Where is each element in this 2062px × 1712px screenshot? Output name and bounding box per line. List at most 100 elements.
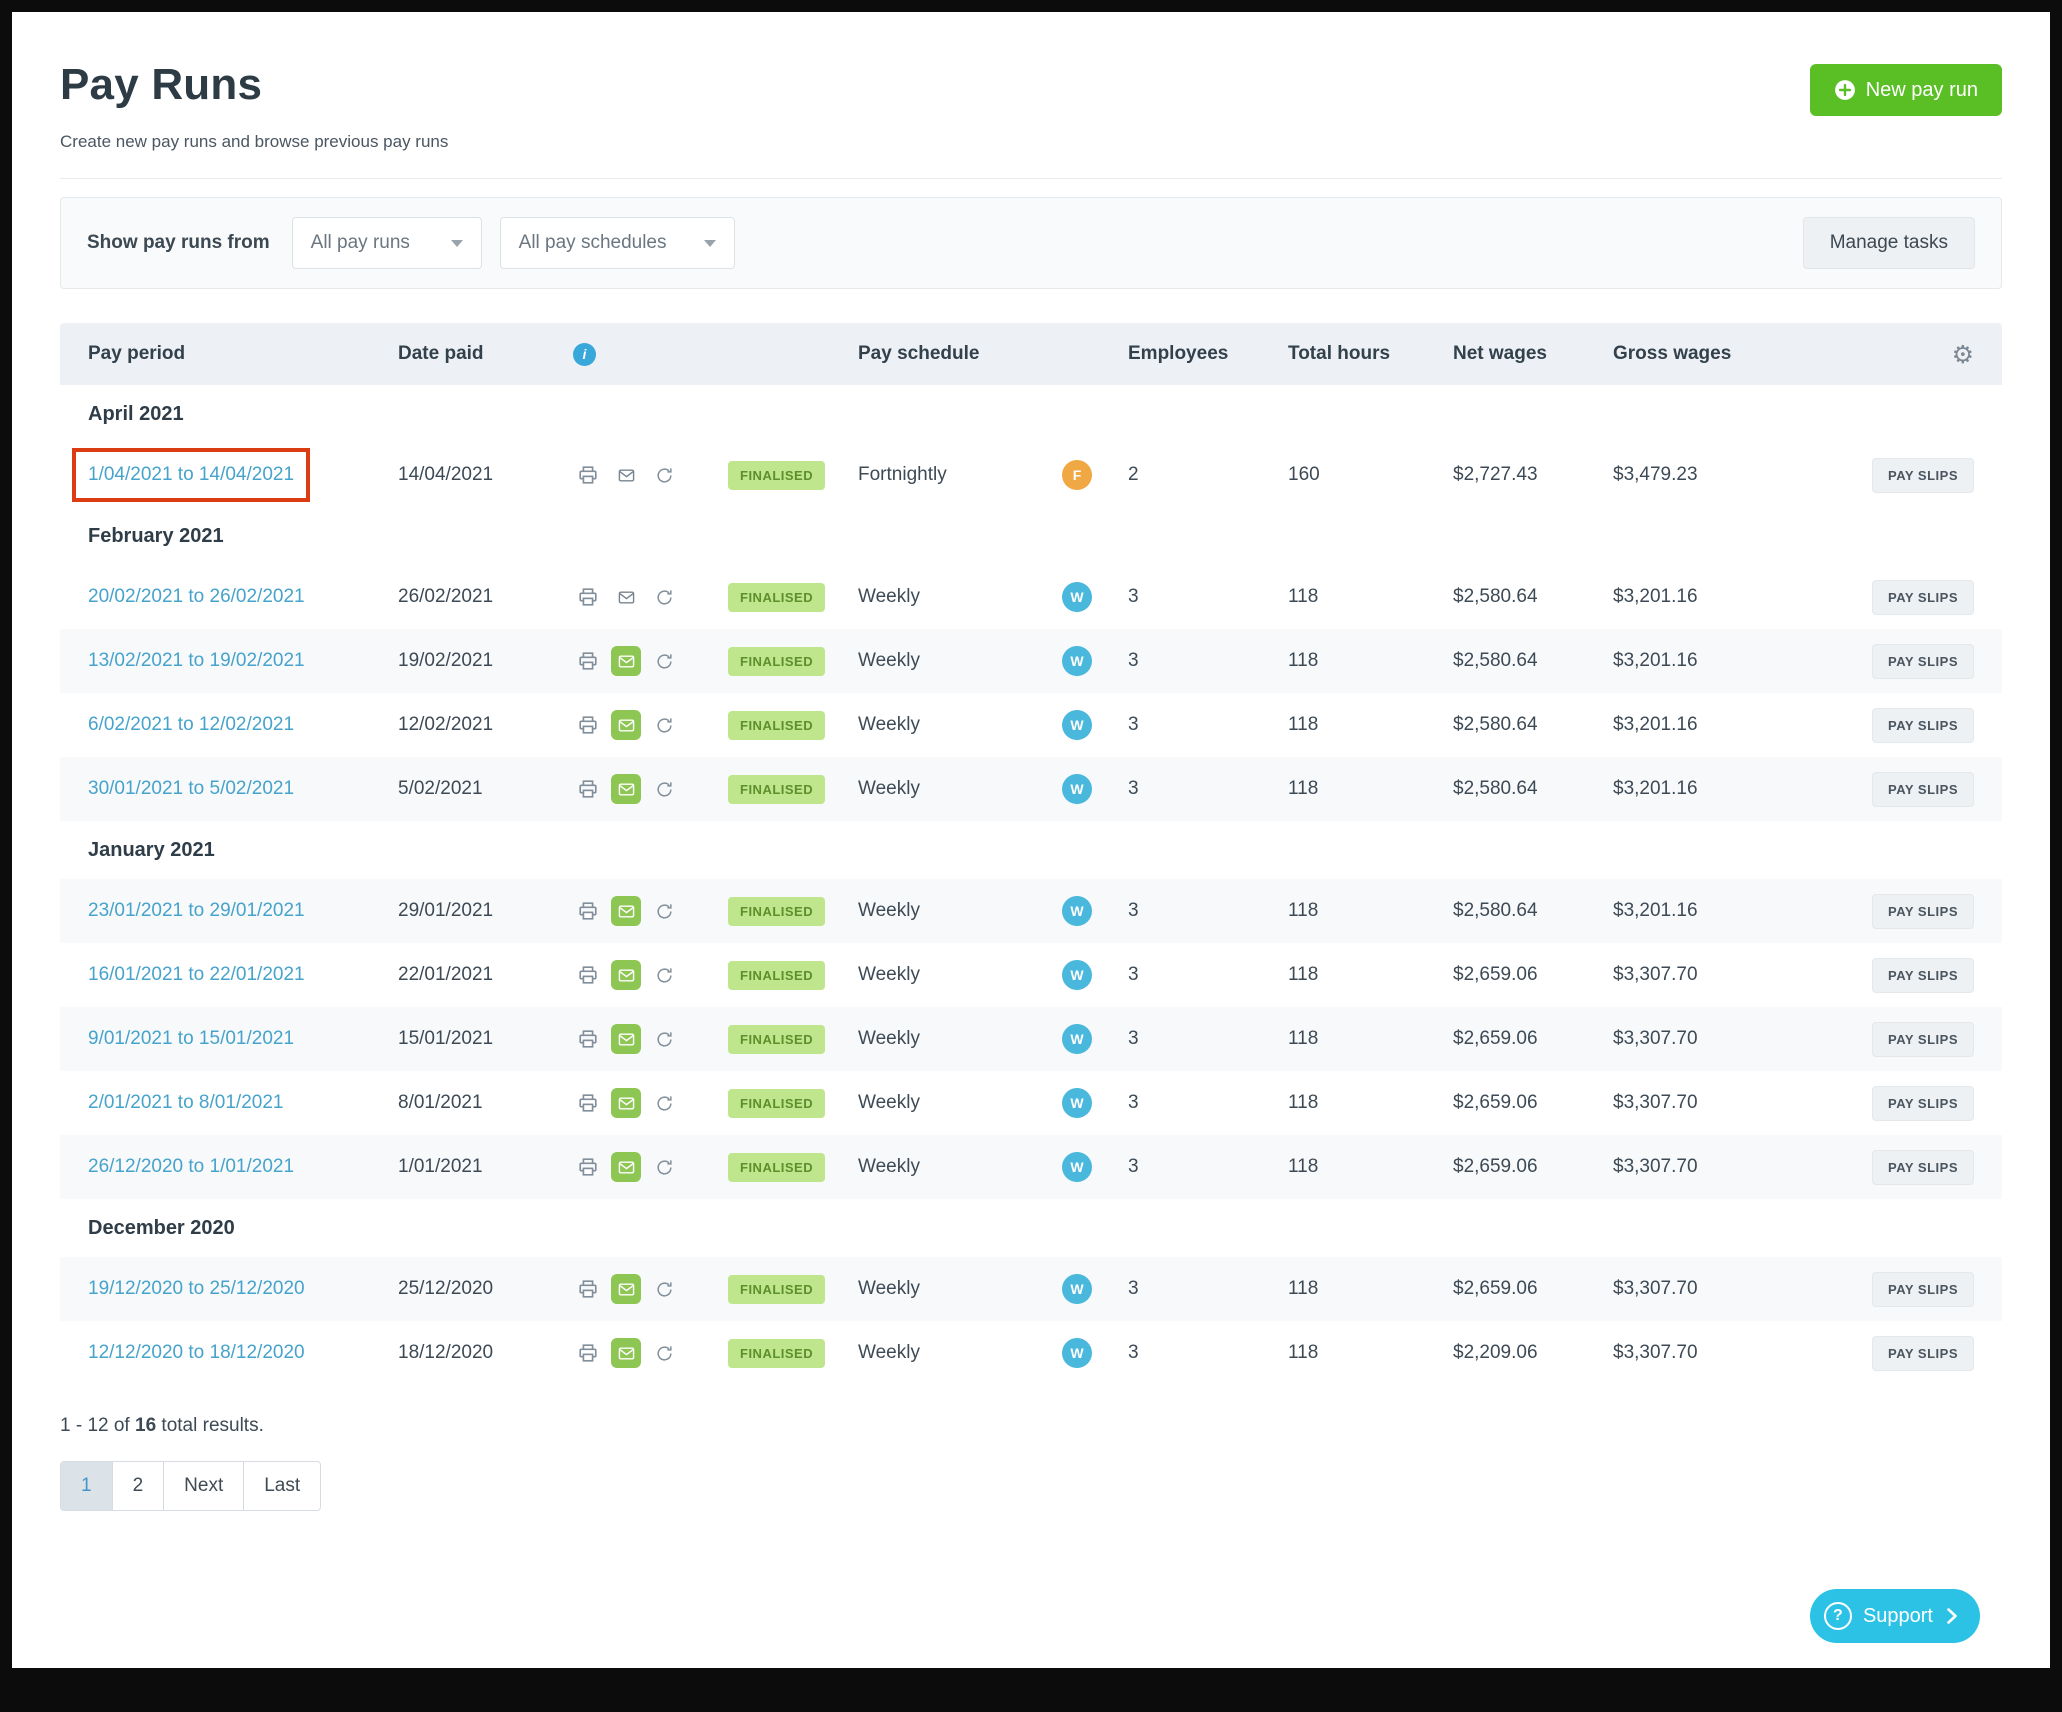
pay-slips-button[interactable]: PAY SLIPS xyxy=(1872,458,1974,493)
employees-cell: 3 xyxy=(1128,714,1288,736)
envelope-icon[interactable] xyxy=(611,1088,641,1118)
pay-slips-cell: PAY SLIPS xyxy=(1803,894,1974,929)
pay-runs-filter-dropdown[interactable]: All pay runs xyxy=(292,217,482,269)
gross-wages-cell: $3,307.70 xyxy=(1613,1156,1803,1178)
manage-tasks-button[interactable]: Manage tasks xyxy=(1803,217,1975,269)
pay-slips-button[interactable]: PAY SLIPS xyxy=(1872,1336,1974,1371)
envelope-icon[interactable] xyxy=(611,774,641,804)
refresh-icon[interactable] xyxy=(649,710,679,740)
refresh-icon[interactable] xyxy=(649,1274,679,1304)
envelope-icon[interactable] xyxy=(611,710,641,740)
refresh-icon[interactable] xyxy=(649,774,679,804)
pay-schedule-name: Weekly xyxy=(858,650,920,672)
envelope-icon[interactable] xyxy=(611,1274,641,1304)
pay-schedule-cell: WeeklyW xyxy=(858,710,1128,740)
date-paid-cell: 15/01/2021 xyxy=(398,1028,573,1050)
pay-slips-button[interactable]: PAY SLIPS xyxy=(1872,1086,1974,1121)
support-button[interactable]: ? Support xyxy=(1810,1589,1980,1643)
pay-slips-button[interactable]: PAY SLIPS xyxy=(1872,958,1974,993)
pay-schedule-cell: FortnightlyF xyxy=(858,460,1128,490)
date-paid-cell: 22/01/2021 xyxy=(398,964,573,986)
printer-icon[interactable] xyxy=(573,1274,603,1304)
refresh-icon[interactable] xyxy=(649,582,679,612)
pay-slips-button[interactable]: PAY SLIPS xyxy=(1872,772,1974,807)
total-hours-cell: 160 xyxy=(1288,464,1453,486)
envelope-icon[interactable] xyxy=(611,960,641,990)
refresh-icon[interactable] xyxy=(649,1024,679,1054)
pay-period-link[interactable]: 16/01/2021 to 22/01/2021 xyxy=(88,964,305,986)
envelope-icon[interactable] xyxy=(611,1152,641,1182)
pay-period-link[interactable]: 30/01/2021 to 5/02/2021 xyxy=(88,778,294,800)
pay-slips-button[interactable]: PAY SLIPS xyxy=(1872,1022,1974,1057)
refresh-icon[interactable] xyxy=(649,1152,679,1182)
pay-run-row: 16/01/2021 to 22/01/202122/01/2021FINALI… xyxy=(60,943,2002,1007)
pay-period-link[interactable]: 6/02/2021 to 12/02/2021 xyxy=(88,714,294,736)
row-icons-cell xyxy=(573,774,728,804)
status-badge: FINALISED xyxy=(728,583,825,612)
printer-icon[interactable] xyxy=(573,1152,603,1182)
printer-icon[interactable] xyxy=(573,960,603,990)
question-icon: ? xyxy=(1824,1602,1852,1630)
pay-slips-cell: PAY SLIPS xyxy=(1803,772,1974,807)
pay-schedule-name: Weekly xyxy=(858,714,920,736)
employees-cell: 3 xyxy=(1128,1342,1288,1364)
printer-icon[interactable] xyxy=(573,710,603,740)
envelope-icon[interactable] xyxy=(611,582,641,612)
printer-icon[interactable] xyxy=(573,1338,603,1368)
envelope-icon[interactable] xyxy=(611,1024,641,1054)
chevron-down-icon xyxy=(704,240,716,247)
refresh-icon[interactable] xyxy=(649,960,679,990)
date-paid-cell: 5/02/2021 xyxy=(398,778,573,800)
pagination-item-1[interactable]: 1 xyxy=(61,1462,112,1510)
gross-wages-cell: $3,201.16 xyxy=(1613,650,1803,672)
pay-run-row: 20/02/2021 to 26/02/202126/02/2021FINALI… xyxy=(60,565,2002,629)
printer-icon[interactable] xyxy=(573,582,603,612)
pay-slips-button[interactable]: PAY SLIPS xyxy=(1872,708,1974,743)
refresh-icon[interactable] xyxy=(649,460,679,490)
pay-period-link[interactable]: 9/01/2021 to 15/01/2021 xyxy=(88,1028,294,1050)
pagination-item-last[interactable]: Last xyxy=(243,1462,320,1510)
printer-icon[interactable] xyxy=(573,896,603,926)
printer-icon[interactable] xyxy=(573,1024,603,1054)
envelope-icon[interactable] xyxy=(611,460,641,490)
refresh-icon[interactable] xyxy=(649,1338,679,1368)
printer-icon[interactable] xyxy=(573,460,603,490)
pay-period-link[interactable]: 12/12/2020 to 18/12/2020 xyxy=(88,1342,305,1364)
envelope-icon[interactable] xyxy=(611,1338,641,1368)
total-hours-cell: 118 xyxy=(1288,1342,1453,1364)
pay-slips-button[interactable]: PAY SLIPS xyxy=(1872,644,1974,679)
total-hours-cell: 118 xyxy=(1288,778,1453,800)
new-pay-run-button[interactable]: New pay run xyxy=(1810,64,2002,116)
pay-schedules-filter-dropdown[interactable]: All pay schedules xyxy=(500,217,735,269)
pagination-item-next[interactable]: Next xyxy=(163,1462,243,1510)
envelope-icon[interactable] xyxy=(611,896,641,926)
status-cell: FINALISED xyxy=(728,897,858,926)
pagination: 12NextLast xyxy=(60,1461,321,1511)
pay-slips-button[interactable]: PAY SLIPS xyxy=(1872,1150,1974,1185)
envelope-icon[interactable] xyxy=(611,646,641,676)
pay-period-link[interactable]: 13/02/2021 to 19/02/2021 xyxy=(88,650,305,672)
date-paid-cell: 8/01/2021 xyxy=(398,1092,573,1114)
month-group-header: December 2020 xyxy=(60,1199,2002,1257)
printer-icon[interactable] xyxy=(573,1088,603,1118)
printer-icon[interactable] xyxy=(573,774,603,804)
pay-period-link[interactable]: 23/01/2021 to 29/01/2021 xyxy=(88,900,305,922)
pay-period-cell: 12/12/2020 to 18/12/2020 xyxy=(88,1342,398,1364)
pay-period-link[interactable]: 1/04/2021 to 14/04/2021 xyxy=(88,464,294,486)
pay-period-link[interactable]: 20/02/2021 to 26/02/2021 xyxy=(88,586,305,608)
gross-wages-cell: $3,201.16 xyxy=(1613,900,1803,922)
refresh-icon[interactable] xyxy=(649,896,679,926)
pagination-item-2[interactable]: 2 xyxy=(112,1462,164,1510)
printer-icon[interactable] xyxy=(573,646,603,676)
pay-slips-button[interactable]: PAY SLIPS xyxy=(1872,894,1974,929)
pay-runs-filter-value: All pay runs xyxy=(311,232,410,254)
gear-icon[interactable]: ⚙ xyxy=(1952,342,1974,367)
pay-slips-button[interactable]: PAY SLIPS xyxy=(1872,1272,1974,1307)
refresh-icon[interactable] xyxy=(649,1088,679,1118)
pay-period-link[interactable]: 19/12/2020 to 25/12/2020 xyxy=(88,1278,305,1300)
pay-period-link[interactable]: 2/01/2021 to 8/01/2021 xyxy=(88,1092,283,1114)
info-icon[interactable]: i xyxy=(573,343,596,366)
pay-slips-button[interactable]: PAY SLIPS xyxy=(1872,580,1974,615)
refresh-icon[interactable] xyxy=(649,646,679,676)
pay-period-link[interactable]: 26/12/2020 to 1/01/2021 xyxy=(88,1156,294,1178)
